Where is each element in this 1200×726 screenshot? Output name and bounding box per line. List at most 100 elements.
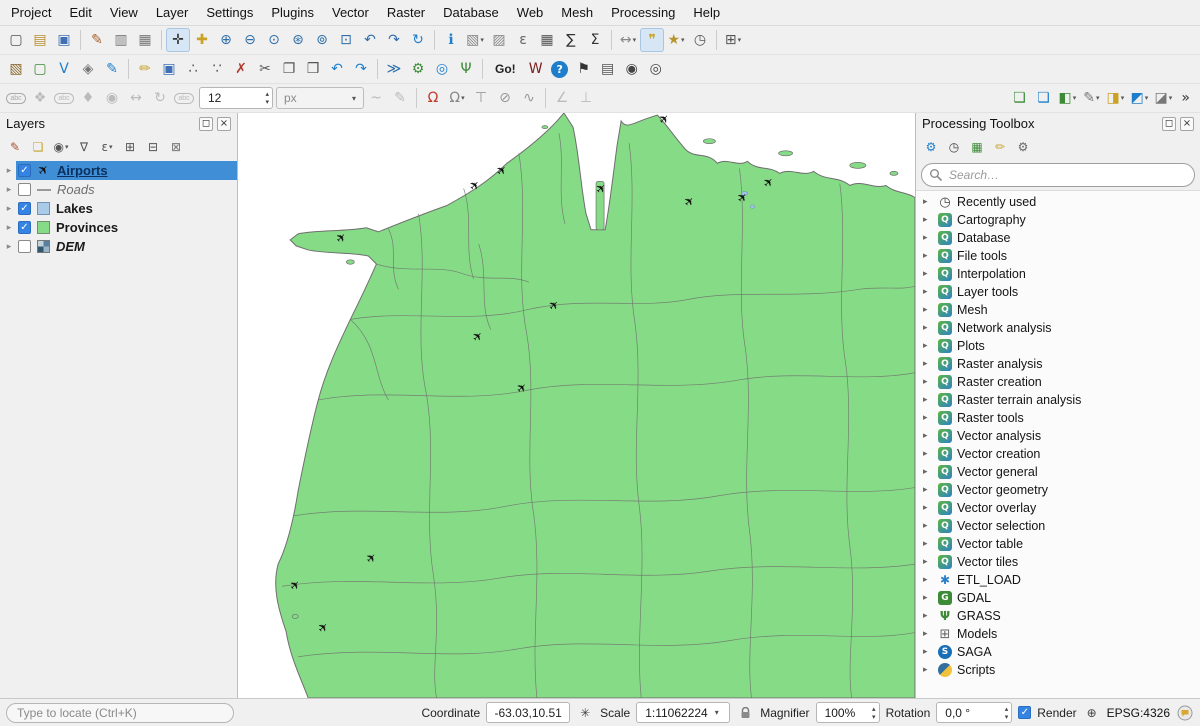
expand-arrow-icon[interactable]: ▸ [2,223,16,233]
statistical-summary-icon[interactable]: Σ [583,28,607,52]
copy-features-icon[interactable]: ❐ [277,57,301,81]
toggle-editing-icon[interactable]: ✏ [133,57,157,81]
toolbar-overflow-icon[interactable]: » [1175,90,1196,106]
open-data-source-manager-icon[interactable]: ▧ [4,57,28,81]
toolbox-group-interpolation[interactable]: ▸Interpolation [916,265,1200,283]
zoom-next-icon[interactable]: ↷ [382,28,406,52]
redo-icon[interactable]: ↷ [349,57,373,81]
manage-map-themes-icon[interactable]: ◉▾ [51,137,71,157]
menu-mesh[interactable]: Mesh [552,0,602,25]
expand-arrow-icon[interactable]: ▸ [923,233,933,243]
advanced-digitizing-icon[interactable]: ∠ [550,86,574,110]
go-button[interactable]: Go! [487,57,524,81]
crs-icon[interactable]: ⊕ [1083,704,1101,722]
menu-vector[interactable]: Vector [323,0,378,25]
pan-map-icon[interactable]: ✛ [166,28,190,52]
expand-arrow-icon[interactable]: ▸ [923,431,933,441]
layers-float-icon[interactable]: ◻ [199,117,213,131]
expand-arrow-icon[interactable]: ▸ [923,593,933,603]
snapping-mode-icon[interactable]: Ω▾ [445,86,469,110]
new-geopackage-layer-icon[interactable]: ▢ [28,57,52,81]
style-manager-icon[interactable]: ✎ [85,28,109,52]
layer-state-icon[interactable]: ❏ [1031,86,1055,110]
coordinate-input[interactable] [486,702,570,723]
magnifier-spinbox[interactable]: 100% ▴▾ [816,702,880,723]
labeling-options-icon[interactable]: abc [4,86,28,110]
toolbox-group-network-analysis[interactable]: ▸Network analysis [916,319,1200,337]
toolbox-group-models[interactable]: ▸Models [916,625,1200,643]
expand-arrow-icon[interactable]: ▸ [923,665,933,675]
filter-legend-icon[interactable]: ∇ [74,137,94,157]
layer-row-lakes[interactable]: ▸✓Lakes [0,199,237,218]
font-size-spinbox[interactable]: 12 ▴▾ [199,87,273,109]
layer-checkbox[interactable]: ✓ [18,202,31,215]
toolbox-group-raster-terrain-analysis[interactable]: ▸Raster terrain analysis [916,391,1200,409]
layer-row-provinces[interactable]: ▸✓Provinces [0,218,237,237]
search-binoculars-plus-icon[interactable]: ◎ [644,57,668,81]
edit-in-place-icon[interactable]: ✏ [990,137,1010,157]
expand-arrow-icon[interactable]: ▸ [923,521,933,531]
measure-toolbar-icon[interactable]: ◪▾ [1151,86,1175,110]
metasearch-icon[interactable]: ◎ [430,57,454,81]
expand-arrow-icon[interactable]: ▸ [923,503,933,513]
tracing-icon[interactable]: ∿ [517,86,541,110]
menu-layer[interactable]: Layer [147,0,198,25]
zoom-out-icon[interactable]: ⊖ [238,28,262,52]
undo-icon[interactable]: ↶ [325,57,349,81]
expand-arrow-icon[interactable]: ▸ [2,166,16,176]
menu-edit[interactable]: Edit [60,0,100,25]
certificate-manager-icon[interactable]: ▤ [596,57,620,81]
layer-row-dem[interactable]: ▸✓DEM [0,237,237,256]
delete-selected-icon[interactable]: ✗ [229,57,253,81]
toolbox-group-vector-geometry[interactable]: ▸Vector geometry [916,481,1200,499]
toolbox-group-vector-table[interactable]: ▸Vector table [916,535,1200,553]
toolbox-group-vector-selection[interactable]: ▸Vector selection [916,517,1200,535]
expand-arrow-icon[interactable]: ▸ [923,629,933,639]
spin-up-icon[interactable]: ▴ [1005,705,1009,713]
move-label-icon[interactable]: ↔ [124,86,148,110]
remove-layer-icon[interactable]: ⊠ [166,137,186,157]
expand-arrow-icon[interactable]: ▸ [923,323,933,333]
new-temporary-layer-icon[interactable]: ✎ [100,57,124,81]
crs-label[interactable]: EPSG:4326 [1107,706,1170,720]
new-bookmark-icon[interactable]: ★▾ [664,28,688,52]
filter-by-expression-icon[interactable]: ε▾ [97,137,117,157]
expand-arrow-icon[interactable]: ▸ [923,251,933,261]
zoom-to-layer-icon[interactable]: ⊡ [334,28,358,52]
toolbox-group-raster-tools[interactable]: ▸Raster tools [916,409,1200,427]
grass-tools-icon[interactable]: Ψ [454,57,478,81]
toggle-extents-icon[interactable]: ✳ [576,704,594,722]
expand-arrow-icon[interactable]: ▸ [923,215,933,225]
expand-arrow-icon[interactable]: ▸ [923,269,933,279]
scale-combobox[interactable]: 1:11062224 ▾ [636,702,730,723]
menu-raster[interactable]: Raster [378,0,434,25]
change-label-icon[interactable]: abc [172,86,196,110]
expand-arrow-icon[interactable]: ▸ [923,287,933,297]
open-project-icon[interactable]: ▤ [28,28,52,52]
toolbox-group-gdal[interactable]: ▸GDAL [916,589,1200,607]
menu-view[interactable]: View [101,0,147,25]
toolbox-group-layer-tools[interactable]: ▸Layer tools [916,283,1200,301]
curved-label-icon[interactable]: ~ [364,86,388,110]
layout-manager-icon[interactable]: ▦ [133,28,157,52]
layer-checkbox[interactable]: ✓ [18,240,31,253]
menu-processing[interactable]: Processing [602,0,684,25]
layer-row-roads[interactable]: ▸✓Roads [0,180,237,199]
processing-close-icon[interactable]: × [1180,117,1194,131]
expand-arrow-icon[interactable]: ▸ [2,185,16,195]
expand-arrow-icon[interactable]: ▸ [923,539,933,549]
search-binoculars-icon[interactable]: ◉ [620,57,644,81]
python-console-icon[interactable]: ≫ [382,57,406,81]
results-viewer-icon[interactable]: ▦ [967,137,987,157]
wiki-plugin-icon[interactable]: W [524,57,548,81]
toolbox-group-vector-creation[interactable]: ▸Vector creation [916,445,1200,463]
layer-checkbox[interactable]: ✓ [18,183,31,196]
toolbox-group-raster-analysis[interactable]: ▸Raster analysis [916,355,1200,373]
field-calculator-icon[interactable]: ∑ [559,28,583,52]
toolbox-group-mesh[interactable]: ▸Mesh [916,301,1200,319]
lock-scale-icon[interactable] [736,704,754,722]
new-project-icon[interactable]: ▢ [4,28,28,52]
menu-web[interactable]: Web [508,0,553,25]
expand-arrow-icon[interactable]: ▸ [923,485,933,495]
expand-arrow-icon[interactable]: ▸ [923,305,933,315]
